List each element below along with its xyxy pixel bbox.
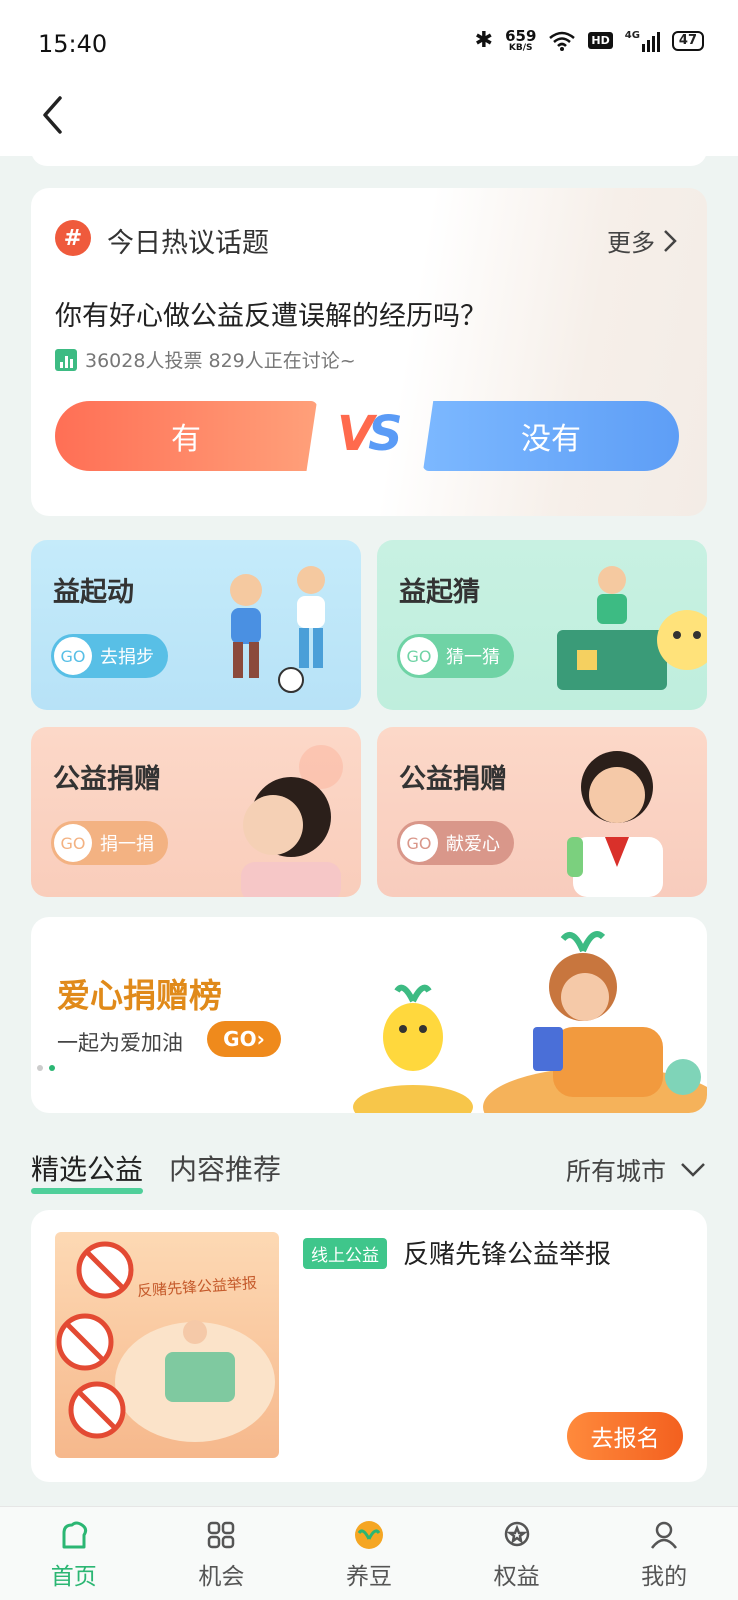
banner-subtitle: 一起为爱加油 bbox=[57, 1031, 183, 1055]
topic-stats: 36028人投票 829人正在讨论~ bbox=[55, 346, 356, 373]
donation-ranking-banner[interactable]: 爱心捐赠榜 一起为爱加油 GO› bbox=[31, 917, 707, 1113]
tile-donation-1[interactable]: 公益捐赠 GO 捐一捐 bbox=[31, 727, 361, 897]
home-icon bbox=[58, 1519, 90, 1551]
grid-icon bbox=[205, 1519, 237, 1551]
carousel-indicator bbox=[37, 1065, 55, 1071]
nav-grow-bean[interactable]: 养豆 bbox=[295, 1507, 443, 1600]
nav-opportunity[interactable]: 机会 bbox=[148, 1507, 296, 1600]
bluetooth-icon: ✱ bbox=[474, 28, 494, 53]
tile-yi-qi-cai[interactable]: 益起猜 GO 猜一猜 bbox=[377, 540, 707, 710]
project-title: 反赌先锋公益举报 bbox=[403, 1240, 612, 1270]
signup-button[interactable]: 去报名 bbox=[567, 1412, 683, 1460]
vs-label: VS bbox=[337, 406, 403, 462]
nav-label: 机会 bbox=[198, 1564, 245, 1590]
bar-chart-icon bbox=[55, 348, 77, 371]
smiling-girl-illustration bbox=[567, 751, 663, 897]
tile-title: 公益捐赠 bbox=[53, 764, 161, 795]
tile-title: 公益捐赠 bbox=[399, 764, 507, 795]
status-time: 15:40 bbox=[38, 30, 108, 58]
go-icon: GO bbox=[54, 637, 92, 675]
status-icons: ✱ 659 KB/S HD 4G 47 bbox=[475, 28, 704, 53]
bottom-nav: 首页 机会 养豆 权益 我的 bbox=[0, 1506, 738, 1600]
vote-no-button[interactable]: 没有 bbox=[423, 401, 679, 471]
project-card[interactable]: 反赌先锋公益举报 线上公益 反赌先锋公益举报 去报名 bbox=[31, 1210, 707, 1482]
tile-action-label: 去捐步 bbox=[100, 647, 154, 668]
section-tabs: 精选公益 内容推荐 bbox=[31, 1148, 281, 1194]
girl-portrait-illustration bbox=[241, 745, 343, 897]
status-bar: 15:40 ✱ 659 KB/S HD 4G 47 bbox=[0, 0, 738, 80]
topic-stats-text: 36028人投票 829人正在讨论~ bbox=[85, 350, 356, 372]
tab-featured[interactable]: 精选公益 bbox=[31, 1148, 144, 1194]
battery-icon: 47 bbox=[671, 30, 704, 51]
nav-label: 我的 bbox=[641, 1564, 688, 1590]
tile-donation-2[interactable]: 公益捐赠 GO 献爱心 bbox=[377, 727, 707, 897]
nav-bar bbox=[0, 80, 738, 156]
tile-title: 益起猜 bbox=[399, 577, 480, 608]
topic-question[interactable]: 你有好心做公益反遭误解的经历吗？ bbox=[55, 294, 487, 333]
tile-go-button[interactable]: GO 猜一猜 bbox=[397, 634, 514, 678]
city-label: 所有城市 bbox=[565, 1157, 666, 1186]
signal-icon: 4G bbox=[625, 30, 660, 52]
banner-title: 爱心捐赠榜 bbox=[57, 976, 222, 1015]
anti-gambling-illustration bbox=[56, 1241, 275, 1442]
project-tag: 线上公益 bbox=[303, 1238, 387, 1269]
tab-content-recommend[interactable]: 内容推荐 bbox=[169, 1148, 281, 1192]
tile-go-button[interactable]: GO 去捐步 bbox=[51, 634, 168, 678]
net-speed: 659 KB/S bbox=[505, 26, 537, 53]
kids-football-illustration bbox=[230, 566, 325, 693]
tile-action-label: 献爱心 bbox=[446, 834, 500, 855]
project-image: 反赌先锋公益举报 bbox=[55, 1232, 279, 1458]
chevron-right-icon bbox=[664, 229, 677, 252]
mascot-and-girl-illustration bbox=[353, 931, 707, 1113]
hot-topic-card: # 今日热议话题 更多 你有好心做公益反遭误解的经历吗？ 36028人投票 82… bbox=[31, 188, 707, 516]
tile-action-label: 捐一捐 bbox=[100, 834, 154, 855]
chevron-left-icon bbox=[43, 96, 62, 134]
topic-title: 今日热议话题 bbox=[107, 228, 269, 259]
city-selector[interactable]: 所有城市 bbox=[566, 1152, 706, 1188]
wifi-icon bbox=[549, 31, 576, 51]
badge-icon bbox=[501, 1519, 533, 1551]
tile-go-button[interactable]: GO 捐一捐 bbox=[51, 821, 168, 865]
student-desk-illustration bbox=[557, 566, 707, 690]
more-label: 更多 bbox=[607, 229, 655, 257]
nav-home[interactable]: 首页 bbox=[0, 1507, 148, 1600]
previous-card-edge bbox=[31, 150, 707, 166]
tile-yi-qi-dong[interactable]: 益起动 GO 去捐步 bbox=[31, 540, 361, 710]
chevron-down-icon bbox=[681, 1163, 705, 1177]
tile-go-button[interactable]: GO 献爱心 bbox=[397, 821, 514, 865]
user-icon bbox=[648, 1519, 680, 1551]
go-icon: GO bbox=[400, 824, 438, 862]
go-icon: GO bbox=[400, 637, 438, 675]
tile-title: 益起动 bbox=[53, 577, 134, 608]
nav-label: 养豆 bbox=[345, 1564, 392, 1590]
nav-mine[interactable]: 我的 bbox=[590, 1507, 738, 1600]
more-link[interactable]: 更多 bbox=[607, 223, 677, 258]
nav-label: 权益 bbox=[493, 1564, 540, 1590]
sprout-icon bbox=[353, 1519, 385, 1551]
hashtag-icon: # bbox=[55, 220, 91, 256]
nav-benefits[interactable]: 权益 bbox=[443, 1507, 591, 1600]
hd-icon: HD bbox=[588, 32, 613, 49]
go-icon: GO bbox=[54, 824, 92, 862]
tile-action-label: 猜一猜 bbox=[446, 647, 500, 668]
banner-go-button[interactable]: GO› bbox=[207, 1021, 281, 1057]
vote-yes-button[interactable]: 有 bbox=[55, 401, 317, 471]
back-button[interactable] bbox=[32, 90, 72, 140]
nav-label: 首页 bbox=[50, 1564, 97, 1590]
